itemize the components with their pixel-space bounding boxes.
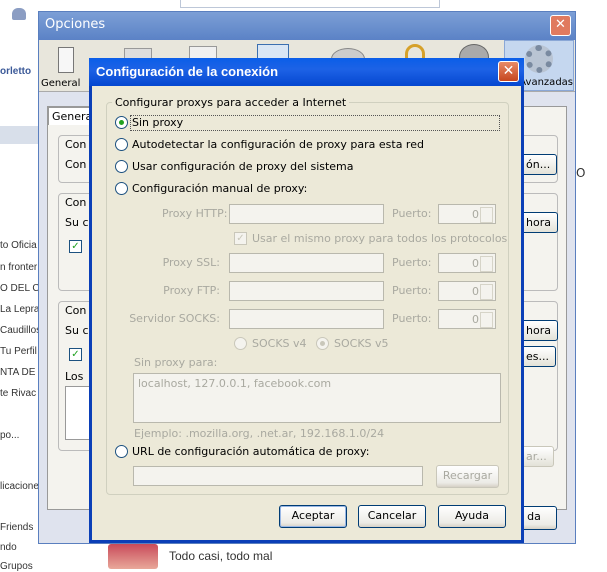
bg-sidebar-item: orletto — [0, 66, 32, 77]
ftp-port-input[interactable]: 0 — [438, 281, 496, 301]
tab-general-label: General — [41, 78, 81, 89]
switch-icon — [58, 47, 74, 73]
friends-icon — [12, 8, 26, 20]
exceptions-button[interactable]: es... — [519, 346, 556, 367]
group-2-legend: Con — [65, 196, 87, 209]
bg-post-text: Todo casi, todo mal — [169, 549, 273, 563]
auto-config-url-label[interactable]: URL de configuración automática de proxy… — [132, 445, 369, 458]
example-text: Ejemplo: .mozilla.org, .net.ar, 192.168.… — [134, 427, 385, 440]
gear-icon — [525, 45, 553, 73]
options-title-bar: Opciones — [39, 12, 575, 40]
subtab-general[interactable]: General — [48, 107, 95, 125]
http-port-label: Puerto: — [392, 207, 432, 220]
group-1-legend: Con — [65, 138, 87, 151]
radio-manual-proxy[interactable] — [115, 182, 128, 195]
bg-sidebar-item: licacione — [0, 481, 39, 492]
group-3-list-label: Los — [65, 370, 84, 383]
options-title: Opciones — [45, 17, 106, 32]
bg-top-left — [0, 0, 38, 30]
ssl-label: Proxy SSL: — [162, 256, 220, 269]
options-close-button[interactable]: ✕ — [550, 15, 571, 36]
background-sidebar: orletto to Oficia n fronter O DEL C La L… — [0, 0, 42, 572]
socks-v4-label[interactable]: SOCKS v4 — [252, 337, 307, 350]
group-2-text: Su c — [65, 216, 89, 229]
remove-button[interactable]: ar... — [519, 446, 554, 467]
no-proxy-for-textarea[interactable]: localhost, 127.0.0.1, facebook.com — [133, 373, 501, 423]
radio-auto-config-url[interactable] — [115, 445, 128, 458]
radio-system-proxy[interactable] — [115, 160, 128, 173]
same-proxy-label[interactable]: Usar el mismo proxy para todos los proto… — [252, 232, 507, 245]
help-button[interactable]: Ayuda — [438, 505, 506, 528]
socks-label: Servidor SOCKS: — [129, 312, 220, 325]
connection-dialog: Configuración de la conexión ✕ Configura… — [89, 58, 524, 543]
avatar — [108, 544, 158, 569]
http-label: Proxy HTTP: — [162, 207, 228, 220]
dialog-title: Configuración de la conexión — [96, 64, 279, 79]
dialog-close-button[interactable]: ✕ — [498, 61, 519, 82]
group-1-text: Con — [65, 158, 87, 171]
ssl-proxy-input[interactable] — [229, 253, 384, 273]
no-proxy-label[interactable]: Sin proxy — [132, 116, 183, 129]
radio-socks-v5[interactable] — [316, 337, 329, 350]
same-proxy-checkbox[interactable]: ✓ — [234, 232, 247, 245]
radio-auto-detect[interactable] — [115, 138, 128, 151]
clear-now-button-2[interactable]: hora — [519, 320, 558, 341]
group-3-legend: Con — [65, 304, 87, 317]
radio-no-proxy[interactable] — [115, 116, 128, 129]
bg-sidebar-item: to Oficia — [0, 240, 37, 251]
system-proxy-label[interactable]: Usar configuración de proxy del sistema — [132, 160, 354, 173]
radio-socks-v4[interactable] — [234, 337, 247, 350]
manual-proxy-label[interactable]: Configuración manual de proxy: — [132, 182, 307, 195]
connection-settings-button[interactable]: ón... — [519, 154, 558, 175]
group-2-checkbox[interactable]: ✓ — [69, 240, 82, 253]
socks-v5-label[interactable]: SOCKS v5 — [334, 337, 389, 350]
bg-sidebar-item: te Rivac — [0, 388, 37, 399]
cancel-button[interactable]: Cancelar — [358, 505, 426, 528]
no-proxy-for-label: Sin proxy para: — [134, 356, 218, 369]
ftp-port-label: Puerto: — [392, 284, 432, 297]
bg-right-letter: O — [576, 166, 586, 180]
socks-port-input[interactable]: 0 — [438, 309, 496, 329]
bg-sidebar-item: NTA DE — [0, 367, 36, 378]
ok-button[interactable]: Aceptar — [279, 505, 347, 528]
bg-sidebar-item: n fronter — [0, 262, 38, 273]
bg-sidebar-item: po... — [0, 430, 20, 441]
socks-port-label: Puerto: — [392, 312, 432, 325]
bg-sidebar-item: La Lepra — [0, 304, 40, 315]
auto-detect-label[interactable]: Autodetectar la configuración de proxy p… — [132, 138, 424, 151]
bg-sidebar-item: ndo — [0, 542, 17, 553]
tab-general[interactable]: General — [41, 44, 91, 90]
bg-sidebar-item: O DEL C — [0, 283, 40, 294]
bg-search — [180, 0, 440, 8]
http-port-input[interactable]: 0 — [438, 204, 496, 224]
ssl-port-input[interactable]: 0 — [438, 253, 496, 273]
bg-sidebar-item: Friends — [0, 522, 34, 533]
reload-button[interactable]: Recargar — [436, 465, 499, 488]
auto-config-url-input[interactable] — [133, 466, 423, 486]
clear-now-button[interactable]: hora — [519, 212, 558, 233]
http-proxy-input[interactable] — [229, 204, 384, 224]
dialog-title-bar: Configuración de la conexión — [89, 58, 524, 86]
bg-sidebar-item: Tu Perfil — [0, 346, 37, 357]
group-3-checkbox[interactable]: ✓ — [69, 348, 82, 361]
proxy-group-legend: Configurar proxys para acceder a Interne… — [112, 96, 350, 109]
bg-sidebar-item: Grupos — [0, 561, 33, 572]
ftp-proxy-input[interactable] — [229, 281, 384, 301]
bg-sidebar-item: Caudillos — [0, 325, 42, 336]
bg-highlight — [0, 126, 38, 144]
socks-proxy-input[interactable] — [229, 309, 384, 329]
focus-outline — [130, 115, 500, 131]
ssl-port-label: Puerto: — [392, 256, 432, 269]
group-3-text: Su c — [65, 324, 89, 337]
ftp-label: Proxy FTP: — [163, 284, 220, 297]
